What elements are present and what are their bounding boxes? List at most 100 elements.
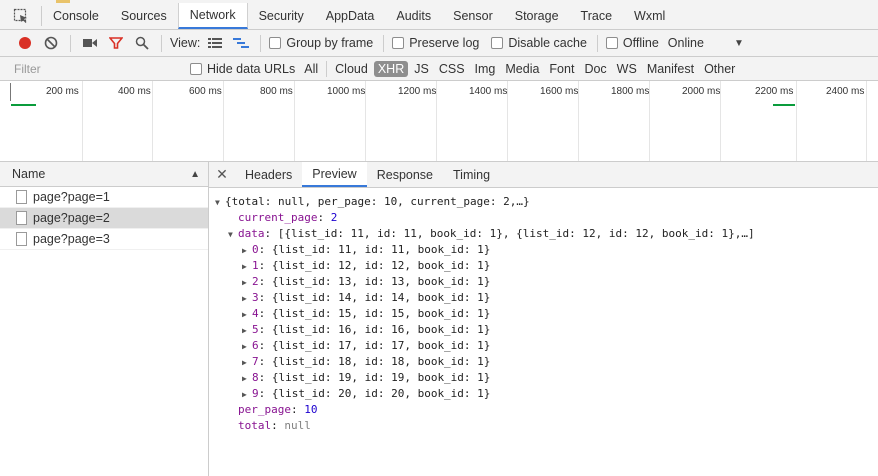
filter-type-img[interactable]: Img: [471, 61, 500, 77]
json-key: total: [238, 419, 272, 432]
tab-console[interactable]: Console: [42, 3, 110, 29]
json-object-summary: {list_id: 19, id: 19, book_id: 1}: [271, 371, 491, 384]
timeline-tick-label: 1800 ms: [611, 86, 650, 97]
filter-type-all[interactable]: All: [300, 61, 322, 77]
filter-type-media[interactable]: Media: [501, 61, 543, 77]
json-object-summary: {list_id: 16, id: 16, book_id: 1}: [271, 323, 491, 336]
request-row[interactable]: page?page=3: [0, 229, 208, 250]
tab-sensor[interactable]: Sensor: [442, 3, 504, 29]
tab-response[interactable]: Response: [367, 162, 443, 187]
timeline-tick-label: 1400 ms: [469, 86, 508, 97]
json-array-item-row[interactable]: ▶ 3: {list_id: 14, id: 14, book_id: 1}: [215, 290, 755, 306]
checkbox-box: [491, 37, 504, 49]
filter-type-doc[interactable]: Doc: [580, 61, 610, 77]
json-array-item-row[interactable]: ▶ 8: {list_id: 19, id: 19, book_id: 1}: [215, 370, 755, 386]
timeline-gridline: [294, 81, 295, 161]
view-label: View:: [170, 36, 201, 50]
detail-tab-bar: ✕ Headers Preview Response Timing: [209, 162, 878, 188]
json-object-summary: {list_id: 14, id: 14, book_id: 1}: [271, 291, 491, 304]
group-by-frame-checkbox[interactable]: Group by frame: [269, 36, 373, 50]
network-overview-timeline[interactable]: 200 ms 400 ms 600 ms 800 ms 1000 ms 1200…: [0, 81, 878, 162]
tab-sources[interactable]: Sources: [110, 3, 178, 29]
collapsed-triangle-icon: ▶: [242, 390, 247, 399]
network-toolbar: View: Group by frame Preserve log Disabl…: [0, 30, 878, 57]
json-array-item-row[interactable]: ▶ 5: {list_id: 16, id: 16, book_id: 1}: [215, 322, 755, 338]
name-column-header[interactable]: Name ▲: [0, 162, 208, 187]
collapsed-triangle-icon: ▶: [242, 374, 247, 383]
json-data-row[interactable]: ▼ data: [{list_id: 11, id: 11, book_id: 1…: [215, 226, 755, 242]
record-icon[interactable]: [12, 30, 38, 56]
request-row[interactable]: page?page=2: [0, 208, 208, 229]
waterfall-icon[interactable]: [228, 30, 254, 56]
tab-network[interactable]: Network: [177, 3, 248, 29]
filter-type-js[interactable]: JS: [410, 61, 433, 77]
json-property-row: total: null: [238, 419, 311, 432]
timeline-gridline: [796, 81, 797, 161]
tab-wxml[interactable]: Wxml: [623, 3, 676, 29]
filter-type-manifest[interactable]: Manifest: [643, 61, 698, 77]
json-number-value: 2: [330, 211, 338, 224]
tab-storage[interactable]: Storage: [504, 3, 570, 29]
filter-input[interactable]: Filter: [4, 58, 182, 80]
json-object-summary: {list_id: 15, id: 15, book_id: 1}: [271, 307, 491, 320]
checkbox-box: [269, 37, 282, 49]
request-row[interactable]: page?page=1: [0, 187, 208, 208]
timeline-start-marker: [10, 83, 11, 101]
collapsed-triangle-icon: ▶: [242, 326, 247, 335]
filter-type-css[interactable]: CSS: [435, 61, 469, 77]
json-index: 4: [252, 307, 259, 320]
json-null-value: null: [284, 419, 311, 432]
filter-type-other[interactable]: Other: [700, 61, 739, 77]
json-array-item-row[interactable]: ▶ 4: {list_id: 15, id: 15, book_id: 1}: [215, 306, 755, 322]
offline-checkbox[interactable]: Offline: [605, 36, 659, 50]
json-root-row[interactable]: ▼ {total: null, per_page: 10, current_pag…: [215, 194, 755, 210]
tab-audits[interactable]: Audits: [385, 3, 442, 29]
large-rows-icon[interactable]: [202, 30, 228, 56]
json-index: 1: [252, 259, 259, 272]
filter-type-font[interactable]: Font: [545, 61, 578, 77]
timeline-tick-label: 1000 ms: [327, 86, 366, 97]
json-array-item-row[interactable]: ▶ 6: {list_id: 17, id: 17, book_id: 1}: [215, 338, 755, 354]
json-preview: ▼ {total: null, per_page: 10, current_pag…: [215, 194, 755, 434]
json-index: 9: [252, 387, 259, 400]
preserve-log-checkbox[interactable]: Preserve log: [392, 36, 479, 50]
json-number-value: 10: [304, 403, 318, 416]
inspect-element-icon[interactable]: [0, 6, 42, 26]
filter-type-xhr[interactable]: XHR: [373, 60, 409, 77]
checkbox-box: [605, 37, 618, 49]
tab-trace[interactable]: Trace: [570, 3, 624, 29]
toolbar-divider: [596, 34, 598, 52]
tab-appdata[interactable]: AppData: [315, 3, 386, 29]
filter-type-ws[interactable]: WS: [613, 61, 641, 77]
timeline-tick-label: 400 ms: [118, 86, 151, 97]
json-index: 7: [252, 355, 259, 368]
preserve-log-label: Preserve log: [409, 36, 480, 50]
expanded-triangle-icon: ▼: [215, 198, 220, 207]
throttling-select[interactable]: Online ▼: [668, 36, 744, 50]
search-icon[interactable]: [129, 30, 155, 56]
json-array-item-row[interactable]: ▶ 7: {list_id: 18, id: 18, book_id: 1}: [215, 354, 755, 370]
json-array-item-row[interactable]: ▶ 9: {list_id: 20, id: 20, book_id: 1}: [215, 386, 755, 402]
json-index: 0: [252, 243, 259, 256]
request-name: page?page=3: [33, 232, 110, 246]
filter-icon[interactable]: [103, 30, 129, 56]
json-array-item-row[interactable]: ▶ 0: {list_id: 11, id: 11, book_id: 1}: [215, 242, 755, 258]
hide-data-urls-checkbox[interactable]: Hide data URLs: [190, 62, 295, 76]
json-object-summary: {list_id: 20, id: 20, book_id: 1}: [271, 387, 491, 400]
json-array-item-row[interactable]: ▶ 2: {list_id: 13, id: 13, book_id: 1}: [215, 274, 755, 290]
disable-cache-checkbox[interactable]: Disable cache: [491, 36, 587, 50]
timeline-gridline: [866, 81, 867, 161]
json-key: data: [238, 227, 265, 240]
tab-headers[interactable]: Headers: [235, 162, 302, 187]
json-property-row: current_page: 2: [238, 211, 338, 224]
json-object-summary: {list_id: 11, id: 11, book_id: 1}: [271, 243, 491, 256]
tab-preview[interactable]: Preview: [302, 162, 367, 187]
close-icon[interactable]: ✕: [209, 162, 235, 187]
tab-security[interactable]: Security: [248, 3, 315, 29]
video-capture-icon[interactable]: [77, 30, 103, 56]
filter-type-cloud[interactable]: Cloud: [331, 61, 372, 77]
clear-icon[interactable]: [38, 30, 64, 56]
tab-timing[interactable]: Timing: [443, 162, 500, 187]
json-array-item-row[interactable]: ▶ 1: {list_id: 12, id: 12, book_id: 1}: [215, 258, 755, 274]
timeline-tick-label: 200 ms: [46, 86, 79, 97]
